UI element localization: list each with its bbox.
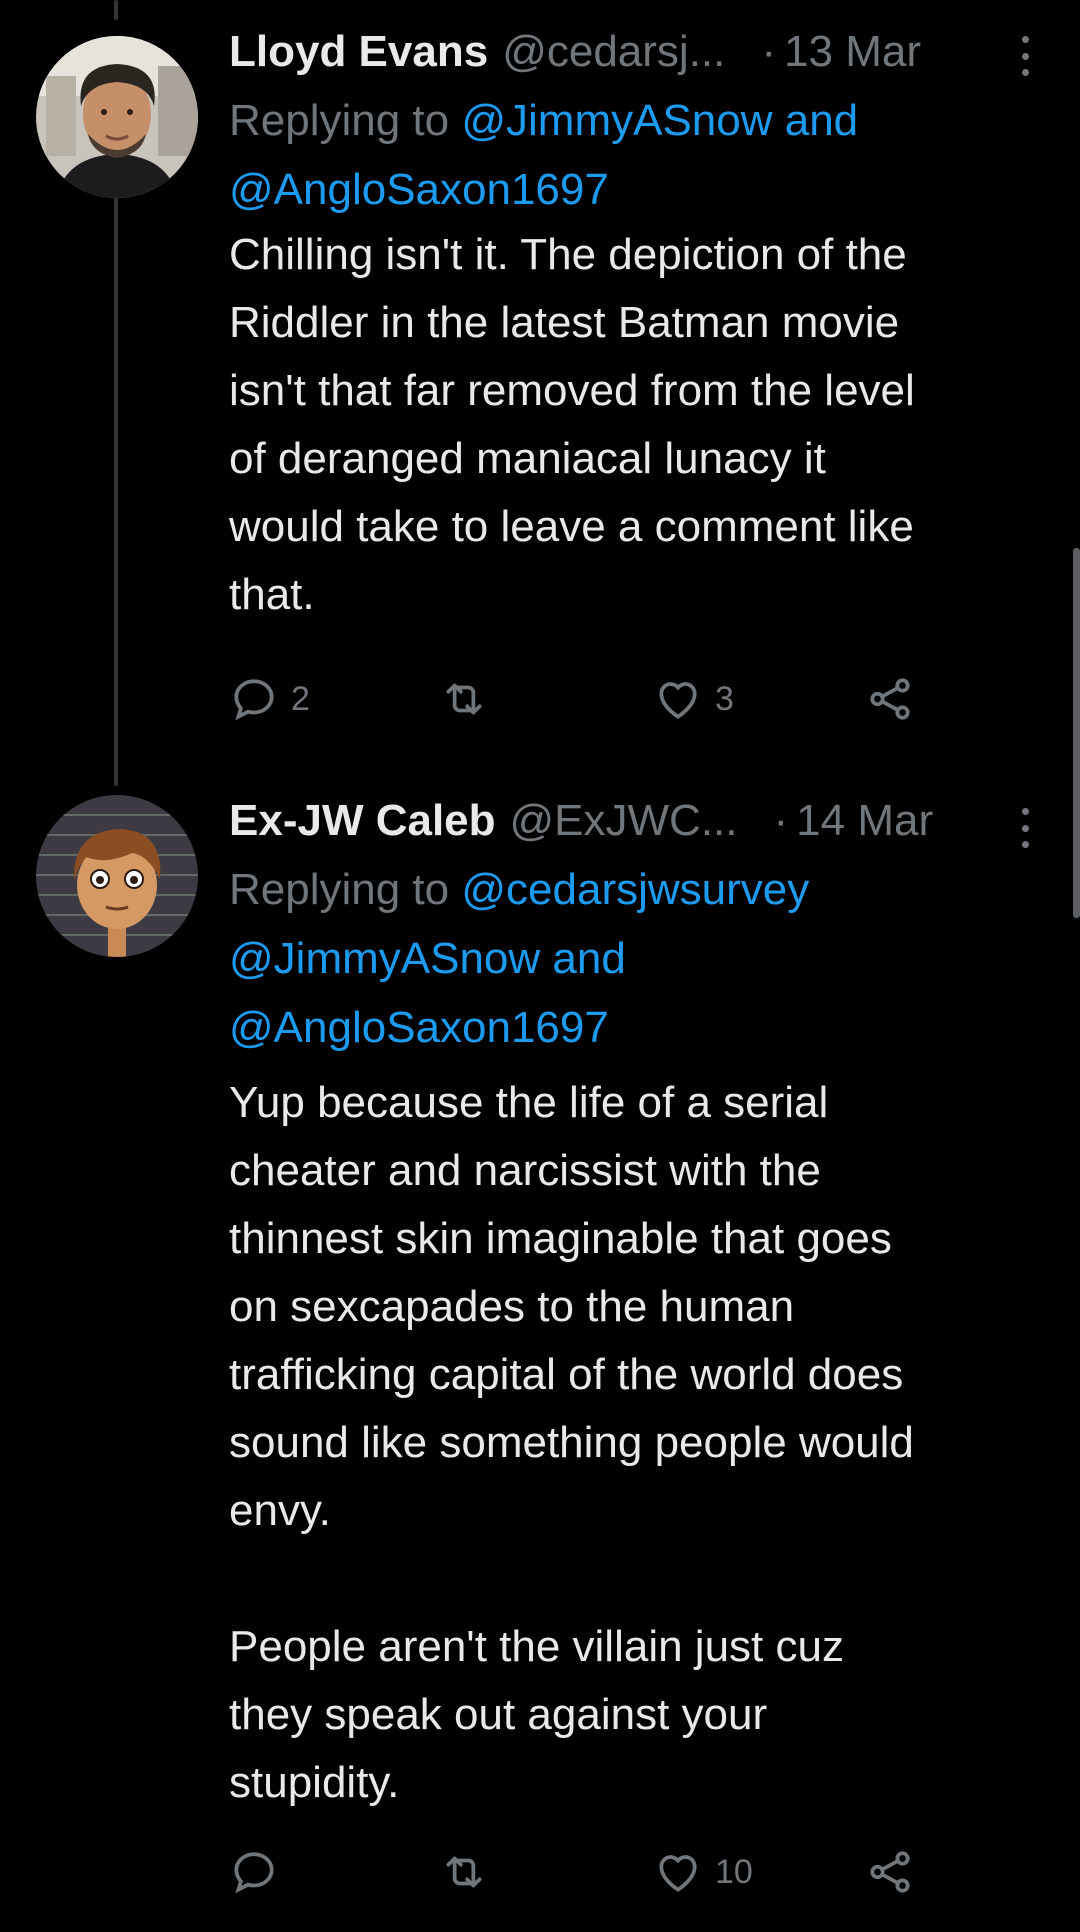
tweet-actions: 2 3 xyxy=(229,669,1040,729)
reply-button[interactable]: 2 xyxy=(229,669,310,729)
retweet-icon xyxy=(446,1856,482,1888)
reply-count: 2 xyxy=(291,679,310,718)
separator-dot: · xyxy=(761,27,777,76)
tweet-date[interactable]: 14 Mar xyxy=(796,796,933,846)
mention-link[interactable]: @cedarsjwsurvey xyxy=(461,865,809,914)
user-handle[interactable]: @ExJWC... xyxy=(510,796,738,846)
share-icon xyxy=(870,678,910,720)
tweet[interactable]: Lloyd Evans @cedarsj... · 13 Mar Replyin… xyxy=(0,0,1080,790)
tweet-date[interactable]: 13 Mar xyxy=(784,27,921,77)
tweet[interactable]: Ex-JW Caleb @ExJWC... · 14 Mar Replying … xyxy=(0,790,1080,1932)
avatar[interactable] xyxy=(36,36,198,198)
retweet-button[interactable] xyxy=(439,669,501,729)
retweet-button[interactable] xyxy=(439,1842,501,1902)
replying-to: Replying to @cedarsjwsurvey @JimmyASnow … xyxy=(229,855,1040,1062)
like-button[interactable]: 3 xyxy=(653,669,734,729)
tweet-header: Lloyd Evans @cedarsj... · 13 Mar xyxy=(229,18,1040,86)
avatar[interactable] xyxy=(36,795,198,957)
tweet-text: Chilling isn't it. The depiction of the … xyxy=(229,230,915,619)
like-button[interactable]: 10 xyxy=(653,1842,753,1902)
heart-icon xyxy=(659,1855,697,1892)
display-name[interactable]: Ex-JW Caleb xyxy=(229,796,496,846)
mention-link[interactable]: @JimmyASnow and xyxy=(229,934,626,983)
display-name[interactable]: Lloyd Evans xyxy=(229,27,488,77)
mention-link[interactable]: @AngloSaxon1697 xyxy=(229,165,609,214)
tweet-text: Yup because the life of a serial cheater… xyxy=(229,1078,914,1807)
tweet-actions: 10 xyxy=(229,1842,1040,1902)
replying-prefix: Replying to xyxy=(229,96,462,145)
reply-icon xyxy=(234,1852,274,1894)
more-vertical-icon[interactable] xyxy=(1010,808,1040,848)
replying-prefix: Replying to xyxy=(229,865,462,914)
share-icon xyxy=(870,1851,910,1893)
heart-icon xyxy=(659,682,697,719)
reply-button[interactable] xyxy=(229,1842,291,1902)
retweet-icon xyxy=(446,683,482,715)
share-button[interactable] xyxy=(865,669,915,729)
user-handle[interactable]: @cedarsj... xyxy=(502,27,725,77)
reply-icon xyxy=(234,679,274,721)
separator-dot: · xyxy=(773,796,789,845)
mention-link[interactable]: @AngloSaxon1697 xyxy=(229,1003,609,1052)
mention-link[interactable]: @JimmyASnow and xyxy=(461,96,858,145)
more-vertical-icon[interactable] xyxy=(1010,36,1040,76)
like-count: 10 xyxy=(715,1852,753,1891)
like-count: 3 xyxy=(715,679,734,718)
tweet-header: Ex-JW Caleb @ExJWC... · 14 Mar xyxy=(229,787,1040,855)
scrollbar[interactable] xyxy=(1073,548,1080,918)
share-button[interactable] xyxy=(865,1842,915,1902)
replying-to: Replying to @JimmyASnow and @AngloSaxon1… xyxy=(229,86,1040,224)
